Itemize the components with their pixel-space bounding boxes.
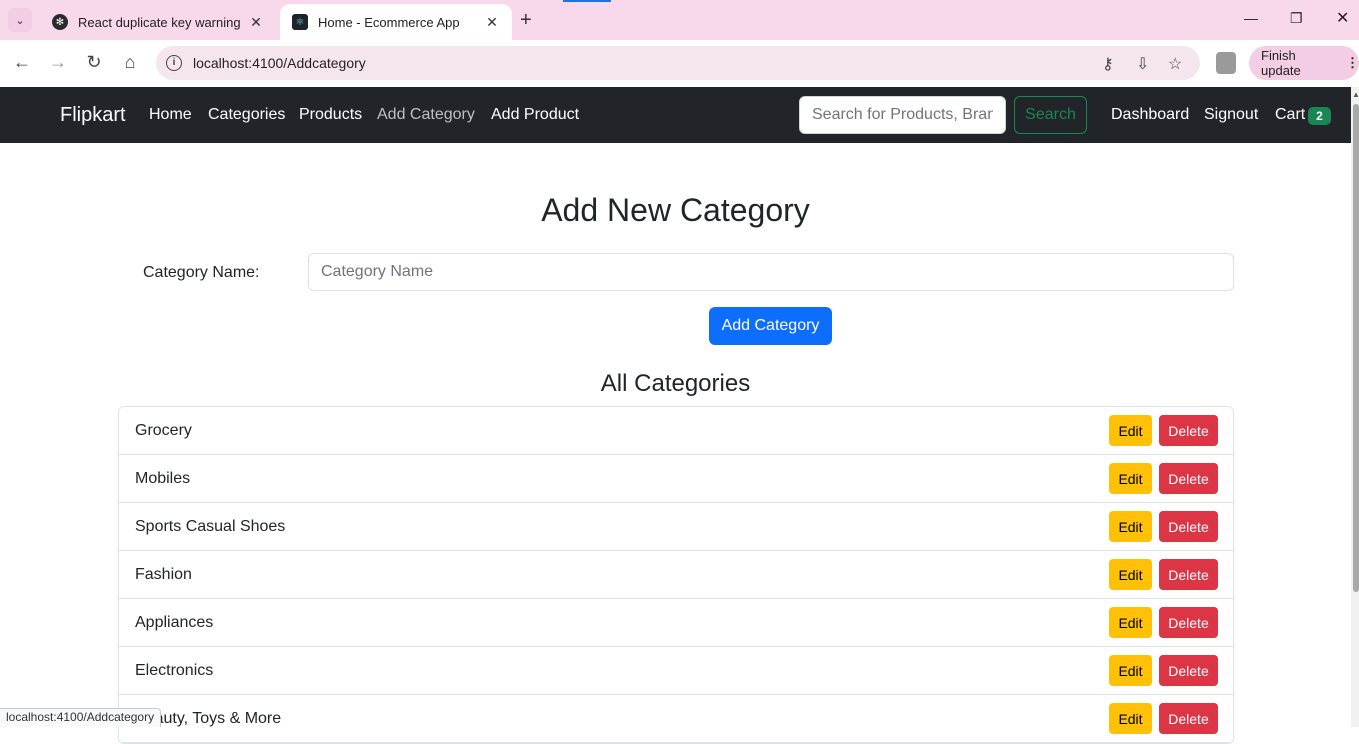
arrow-left-icon: ← <box>13 52 31 72</box>
list-item: Appliances Edit Delete <box>119 599 1233 647</box>
list-item: Mobiles Edit Delete <box>119 455 1233 503</box>
delete-button[interactable]: Delete <box>1159 463 1218 494</box>
arrow-right-icon: → <box>49 52 67 72</box>
nav-link-cart[interactable]: Cart <box>1275 106 1305 124</box>
delete-button[interactable]: Delete <box>1159 511 1218 542</box>
tab-strip: ⌄ ✻ React duplicate key warning ✕ ⚛ Home… <box>0 0 1359 40</box>
star-icon[interactable]: ☆ <box>1168 54 1182 74</box>
minimize-button[interactable]: — <box>1244 10 1258 26</box>
search-button[interactable]: Search <box>1014 96 1087 134</box>
category-name: Appliances <box>135 614 214 631</box>
close-window-button[interactable]: ✕ <box>1336 8 1349 28</box>
finish-update-button[interactable]: Finish update ⋮ <box>1249 46 1359 80</box>
tab-accent-bar <box>563 0 611 2</box>
edit-button[interactable]: Edit <box>1109 463 1152 494</box>
tab-search-button[interactable]: ⌄ <box>8 8 32 32</box>
delete-button[interactable]: Delete <box>1159 607 1218 638</box>
edit-button[interactable]: Edit <box>1109 655 1152 686</box>
close-icon[interactable]: ✕ <box>484 14 500 31</box>
finish-update-label: Finish update <box>1261 48 1301 78</box>
site-navbar: Flipkart Home Categories Products Add Ca… <box>0 87 1351 143</box>
forward-button[interactable]: → <box>46 52 70 73</box>
nav-link-signout[interactable]: Signout <box>1204 106 1258 124</box>
category-name-label: Category Name: <box>143 264 260 281</box>
nav-link-products[interactable]: Products <box>299 106 362 124</box>
home-icon: ⌂ <box>124 52 136 72</box>
restore-button[interactable]: ❐ <box>1290 10 1303 27</box>
browser-toolbar: ← → ↻ ⌂ i localhost:4100/Addcategory ⚷ ⇩… <box>0 40 1359 87</box>
tab-title: Home - Ecommerce App <box>318 14 460 30</box>
address-bar[interactable]: i localhost:4100/Addcategory ⚷ ⇩ ☆ <box>156 46 1200 80</box>
add-category-button[interactable]: Add Category <box>709 307 832 345</box>
scroll-up-arrow-icon[interactable]: ▲ <box>1352 90 1359 99</box>
minimize-icon: — <box>1244 10 1258 26</box>
reload-button[interactable]: ↻ <box>82 52 106 73</box>
delete-button[interactable]: Delete <box>1159 655 1218 686</box>
nav-link-dashboard[interactable]: Dashboard <box>1111 106 1189 124</box>
category-name: Grocery <box>135 422 192 439</box>
cart-count-badge: 2 <box>1308 107 1331 125</box>
edit-button[interactable]: Edit <box>1109 559 1152 590</box>
plus-icon: + <box>520 9 532 31</box>
search-input[interactable] <box>799 96 1006 134</box>
tab-react-duplicate-key[interactable]: ✻ React duplicate key warning ✕ <box>40 4 276 40</box>
list-item: Fashion Edit Delete <box>119 551 1233 599</box>
browser-chrome: ⌄ ✻ React duplicate key warning ✕ ⚛ Home… <box>0 0 1359 87</box>
category-name-input[interactable] <box>308 253 1234 291</box>
nav-link-add-product[interactable]: Add Product <box>491 106 579 124</box>
react-icon: ⚛ <box>292 14 308 30</box>
nav-link-home[interactable]: Home <box>149 106 192 124</box>
nav-link-categories[interactable]: Categories <box>208 106 285 124</box>
avatar[interactable] <box>1216 52 1236 74</box>
restore-icon: ❐ <box>1290 10 1303 26</box>
category-name: Electronics <box>135 662 214 679</box>
category-name: Fashion <box>135 566 192 583</box>
list-item: Sports Casual Shoes Edit Delete <box>119 503 1233 551</box>
tab-home-ecommerce[interactable]: ⚛ Home - Ecommerce App ✕ <box>280 4 512 40</box>
new-tab-button[interactable]: + <box>520 10 532 30</box>
scrollbar-thumb[interactable] <box>1353 104 1359 592</box>
close-icon: ✕ <box>1336 10 1350 27</box>
back-button[interactable]: ← <box>10 52 34 73</box>
edit-button[interactable]: Edit <box>1109 511 1152 542</box>
category-name: Sports Casual Shoes <box>135 518 286 535</box>
delete-button[interactable]: Delete <box>1159 415 1218 446</box>
home-button[interactable]: ⌂ <box>118 52 142 73</box>
delete-button[interactable]: Delete <box>1159 559 1218 590</box>
info-icon[interactable]: i <box>166 55 182 71</box>
list-item: Beauty, Toys & More Edit Delete <box>119 695 1233 743</box>
category-name: Mobiles <box>135 470 191 487</box>
more-vertical-icon: ⋮ <box>1346 55 1359 70</box>
install-app-icon[interactable]: ⇩ <box>1136 54 1149 74</box>
chevron-down-icon: ⌄ <box>15 14 25 27</box>
all-categories-title: All Categories <box>600 370 751 397</box>
nav-link-add-category[interactable]: Add Category <box>377 106 475 124</box>
edit-button[interactable]: Edit <box>1109 703 1152 734</box>
edit-button[interactable]: Edit <box>1109 607 1152 638</box>
page-title: Add New Category <box>541 192 810 228</box>
delete-button[interactable]: Delete <box>1159 703 1218 734</box>
reload-icon: ↻ <box>86 52 102 72</box>
link-status-bar: localhost:4100/Addcategory <box>0 708 162 727</box>
tab-title: React duplicate key warning <box>78 14 241 30</box>
list-item: Electronics Edit Delete <box>119 647 1233 695</box>
edit-button[interactable]: Edit <box>1109 415 1152 446</box>
list-item: Grocery Edit Delete <box>119 407 1233 455</box>
url-text: localhost:4100/Addcategory <box>193 55 366 71</box>
close-icon[interactable]: ✕ <box>248 14 264 31</box>
key-icon[interactable]: ⚷ <box>1102 54 1114 74</box>
category-list: Grocery Edit Delete Mobiles Edit Delete … <box>118 406 1234 744</box>
brand-link[interactable]: Flipkart <box>60 104 126 127</box>
openai-icon: ✻ <box>52 14 68 30</box>
